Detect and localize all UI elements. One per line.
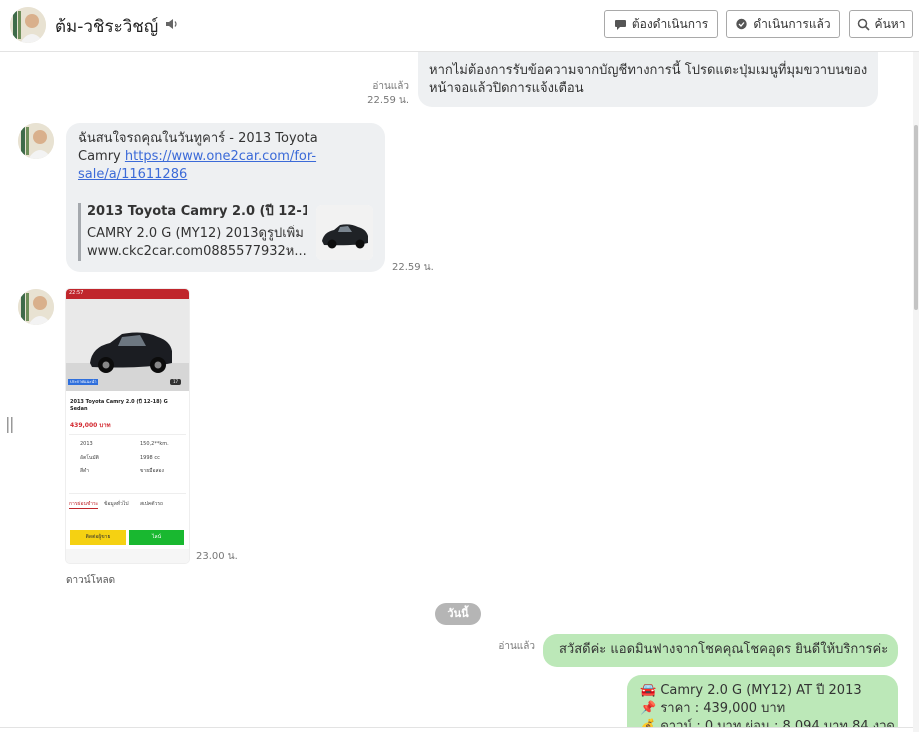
search-button[interactable]: ค้นหา [849, 10, 913, 38]
contact-avatar[interactable] [10, 7, 46, 43]
chat-bubble-icon [614, 19, 626, 30]
message-line: 📌 ราคา : 439,000 บาท [640, 701, 786, 716]
resize-handle-icon[interactable] [6, 416, 14, 434]
speaker-icon[interactable] [165, 17, 179, 31]
image-message[interactable]: 22:57 ประกาศแนะนำ 17 2013 Toyota Camry 2… [66, 289, 189, 563]
date-separator: วันนี้ [435, 603, 481, 625]
link-preview-card[interactable]: 2013 Toyota Camry 2.0 (ปี 12-18... CAMRY… [78, 203, 376, 261]
input-area-edge [0, 727, 913, 733]
message-text: สวัสดีค่ะ แอดมินฟางจากโชคคุณโชคอุดร ยินด… [559, 642, 889, 657]
message-bubble[interactable]: หากไม่ต้องการรับข้อความจากบัญชีทางการนี้… [418, 52, 878, 107]
read-status: อ่านแล้ว [498, 641, 535, 652]
car-photo: ประกาศแนะนำ 17 [66, 299, 189, 391]
link-preview-title: 2013 Toyota Camry 2.0 (ปี 12-18... [87, 204, 307, 219]
message-time: 23.00 น. [196, 551, 238, 562]
link-preview-description: CAMRY 2.0 G (MY12) 2013ดูรูปเพิ่ม www.ck… [87, 226, 307, 259]
message-bubble[interactable]: ฉันสนใจรถคุณในวันทูคาร์ - 2013 Toyota Ca… [66, 123, 385, 272]
chat-header: ต้ม-วชิระวิชญ์ ต้องดำเนินการ ดำเนินการแล… [0, 0, 919, 52]
done-button[interactable]: ดำเนินการแล้ว [726, 10, 840, 38]
sender-avatar[interactable] [18, 289, 54, 325]
scrollbar-thumb[interactable] [914, 125, 918, 310]
done-button-label: ดำเนินการแล้ว [753, 16, 831, 31]
message-time: 22.59 น. [367, 95, 409, 106]
message-bubble[interactable]: สวัสดีค่ะ แอดมินฟางจากโชคคุณโชคอุดร ยินด… [543, 634, 898, 667]
message-bubble[interactable]: 🚘 Camry 2.0 G (MY12) AT ปี 2013 📌 ราคา :… [627, 675, 898, 732]
todo-button-label: ต้องดำเนินการ [631, 16, 709, 31]
todo-button[interactable]: ต้องดำเนินการ [604, 10, 718, 38]
search-icon [857, 18, 870, 31]
search-button-label: ค้นหา [874, 16, 906, 31]
download-link[interactable]: ดาวน์โหลด [66, 573, 115, 588]
chat-area[interactable]: อ่านแล้ว 22.59 น. หากไม่ต้องการรับข้อควา… [0, 52, 913, 732]
chat-check-icon [736, 18, 748, 29]
contact-name: ต้ม-วชิระวิชญ์ [55, 17, 159, 37]
sender-avatar[interactable] [18, 123, 54, 159]
message-line: 🚘 Camry 2.0 G (MY12) AT ปี 2013 [640, 683, 862, 698]
link-preview-thumbnail [316, 205, 373, 260]
message-text: หากไม่ต้องการรับข้อความจากบัญชีทางการนี้… [429, 63, 868, 96]
read-status: อ่านแล้ว 22.59 น. [330, 80, 409, 108]
message-time: 22.59 น. [392, 262, 434, 273]
phone-status-bar [66, 289, 189, 299]
